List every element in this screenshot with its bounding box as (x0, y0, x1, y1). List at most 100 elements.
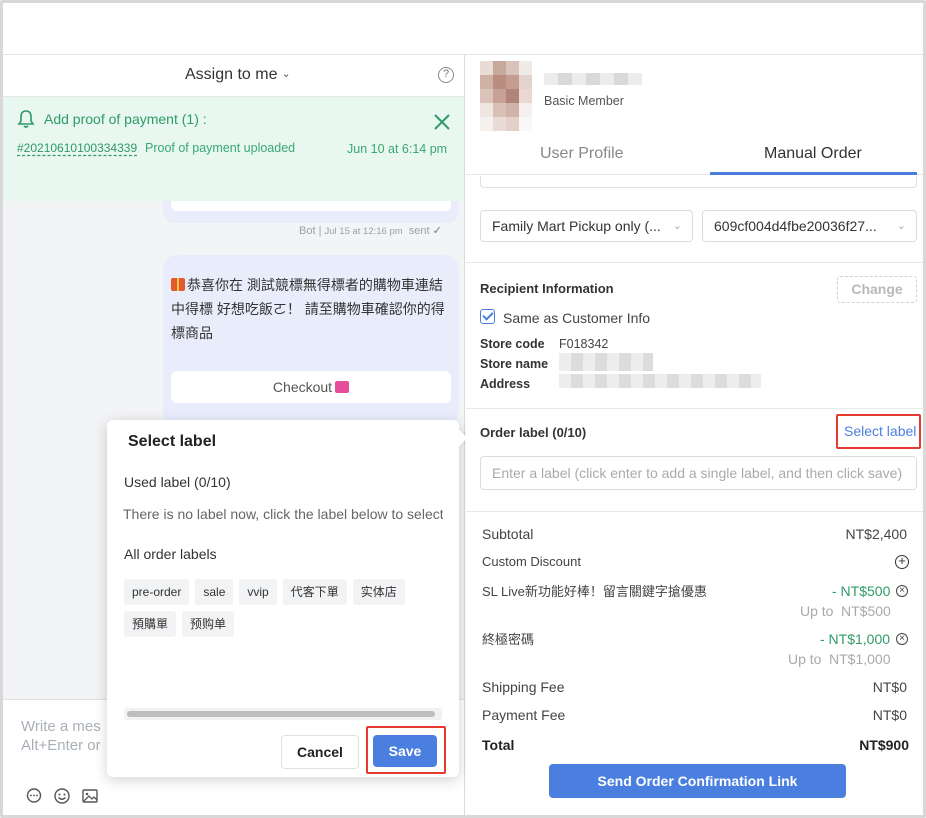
label-tag[interactable]: 预购单 (182, 611, 235, 637)
app-window: Assign to me ⌄ ? Add proof of payment (1)… (0, 0, 926, 818)
delivery-option-select[interactable]: 609cf004d4fbe20036f27... ⌄ (702, 210, 917, 242)
chevron-down-icon: ⌄ (896, 220, 906, 232)
meta-timestamp: Jul 15 at 12:16 pm (324, 226, 403, 237)
avatar[interactable] (480, 61, 532, 131)
shipping-fee-label: Shipping Fee (482, 679, 565, 695)
used-label-title: Used label (0/10) (124, 474, 231, 490)
save-highlight-box (366, 726, 446, 774)
order-form: Family Mart Pickup only (... ⌄ 609cf004d4… (466, 176, 923, 815)
message-text: 恭喜你在 測試競標無得標者的購物車連結 中得標 好想吃飯ㄛ！ 請至購物車確認你的… (171, 277, 445, 341)
checkout-label: Checkout (272, 379, 333, 395)
all-labels-title: All order labels (124, 546, 217, 562)
image-icon[interactable] (81, 787, 99, 805)
order-pane: Basic Member User Profile Manual Order F… (466, 55, 923, 815)
promo-upto-value: NT$500 (841, 603, 891, 619)
order-label-input[interactable]: Enter a label (click enter to add a sing… (480, 456, 917, 490)
composer-placeholder-line2: Alt+Enter or (21, 737, 101, 754)
assign-label-text: Assign to me (185, 66, 278, 83)
check-icon: ✓ (432, 225, 442, 237)
label-tag[interactable]: sale (195, 579, 234, 605)
remove-promo-icon[interactable]: × (896, 633, 908, 645)
label-tag[interactable]: 代客下單 (282, 579, 347, 605)
total-row: Total NT$900 (482, 737, 913, 753)
previous-message-bubble (163, 201, 459, 223)
shopping-bag-icon (335, 381, 350, 393)
proof-time: Jun 10 at 6:14 pm (347, 142, 448, 156)
emoji-icon[interactable] (53, 787, 71, 805)
custom-discount-label: Custom Discount (482, 554, 581, 569)
proof-title: Add proof of payment (1) : (44, 111, 207, 127)
chevron-down-icon: ⌄ (281, 68, 291, 80)
subtotal-label: Subtotal (482, 526, 534, 542)
meta-status: sent (408, 225, 430, 237)
meta-sender: Bot (299, 225, 316, 237)
subtotal-value: NT$2,400 (845, 526, 907, 542)
store-code-label: Store code (480, 337, 545, 351)
proof-of-payment-banner: Add proof of payment (1) : #202106101003… (3, 97, 464, 201)
label-tag[interactable]: pre-order (124, 579, 190, 605)
promo-name: 終極密碼 (482, 632, 535, 647)
divider (466, 262, 923, 263)
message-bubble: 恭喜你在 測試競標無得標者的購物車連結 中得標 好想吃飯ㄛ！ 請至購物車確認你的… (163, 255, 459, 425)
promo-upto-label: Up to (788, 651, 822, 667)
cancel-button[interactable]: Cancel (281, 735, 359, 769)
total-value: NT$900 (859, 737, 909, 753)
chevron-down-icon: ⌄ (672, 220, 682, 232)
store-name-redacted (559, 353, 653, 371)
tab-user-profile[interactable]: User Profile (540, 145, 624, 163)
active-tab-indicator (710, 172, 917, 175)
order-id-link[interactable]: #20210610100334339 (17, 141, 137, 155)
divider (466, 511, 923, 512)
promo-discount-value: - NT$1,000 (820, 631, 891, 647)
address-redacted (559, 374, 761, 388)
member-level: Basic Member (544, 94, 624, 108)
send-order-confirmation-button[interactable]: Send Order Confirmation Link (549, 764, 846, 798)
popover-title: Select label (128, 433, 217, 450)
shipping-fee-value: NT$0 (872, 679, 907, 695)
store-code-value: F018342 (559, 337, 609, 351)
custom-discount-row: Custom Discount (482, 554, 913, 569)
username-redacted (544, 73, 642, 85)
promo-upto-value: NT$1,000 (829, 651, 891, 667)
select-label-popover: Select label Used label (0/10) There is … (107, 420, 468, 777)
delivery-method-select[interactable]: Family Mart Pickup only (... ⌄ (480, 210, 693, 242)
horizontal-scrollbar[interactable] (124, 708, 442, 720)
delivery-option-value: 609cf004d4fbe20036f27... (714, 218, 877, 234)
payment-fee-row: Payment Fee NT$0 (482, 707, 913, 723)
assign-to-me-dropdown[interactable]: Assign to me ⌄ (185, 66, 291, 84)
promo-name: SL Live新功能好棒！留言關鍵字搶優惠 (482, 584, 707, 599)
scrollbar-thumb[interactable] (127, 711, 435, 717)
payment-fee-label: Payment Fee (482, 707, 566, 723)
address-label: Address (480, 377, 531, 391)
order-label-placeholder: Enter a label (click enter to add a sing… (492, 465, 903, 481)
bell-icon (17, 110, 35, 128)
promo-discount-value: - NT$500 (832, 583, 891, 599)
label-tag[interactable]: 預購單 (124, 611, 177, 637)
close-icon[interactable] (433, 113, 451, 131)
payment-fee-value: NT$0 (872, 707, 907, 723)
chat-bubble-icon[interactable] (25, 787, 43, 805)
chat-header: Assign to me ⌄ ? (3, 55, 464, 97)
checkout-button[interactable]: Checkout (171, 371, 451, 403)
change-button[interactable]: Change (837, 276, 917, 303)
partial-field[interactable] (480, 176, 917, 188)
composer-placeholder-line1: Write a mes (21, 718, 101, 735)
gift-icon (171, 278, 185, 291)
add-discount-icon[interactable]: + (895, 554, 909, 569)
promo-upto-label: Up to (800, 603, 834, 619)
help-icon[interactable]: ? (438, 67, 454, 83)
message-meta: Bot | Jul 15 at 12:16 pm sent ✓ (299, 225, 442, 237)
label-tag[interactable]: vvip (239, 579, 277, 605)
top-bar (3, 3, 923, 55)
label-tag[interactable]: 实体店 (352, 579, 405, 605)
empty-label-text: There is no label now, click the label b… (123, 506, 443, 522)
tab-manual-order[interactable]: Manual Order (764, 145, 862, 163)
divider (466, 408, 923, 409)
same-as-customer-checkbox[interactable] (480, 309, 495, 324)
remove-promo-icon[interactable]: × (896, 585, 908, 597)
recipient-title: Recipient Information (480, 281, 614, 296)
order-label-title: Order label (0/10) (480, 425, 587, 440)
same-as-customer-label: Same as Customer Info (503, 310, 651, 326)
label-tag-list: pre-order sale vvip 代客下單 实体店 預購單 预购单 (124, 579, 444, 643)
subtotal-row: Subtotal NT$2,400 (482, 526, 913, 542)
